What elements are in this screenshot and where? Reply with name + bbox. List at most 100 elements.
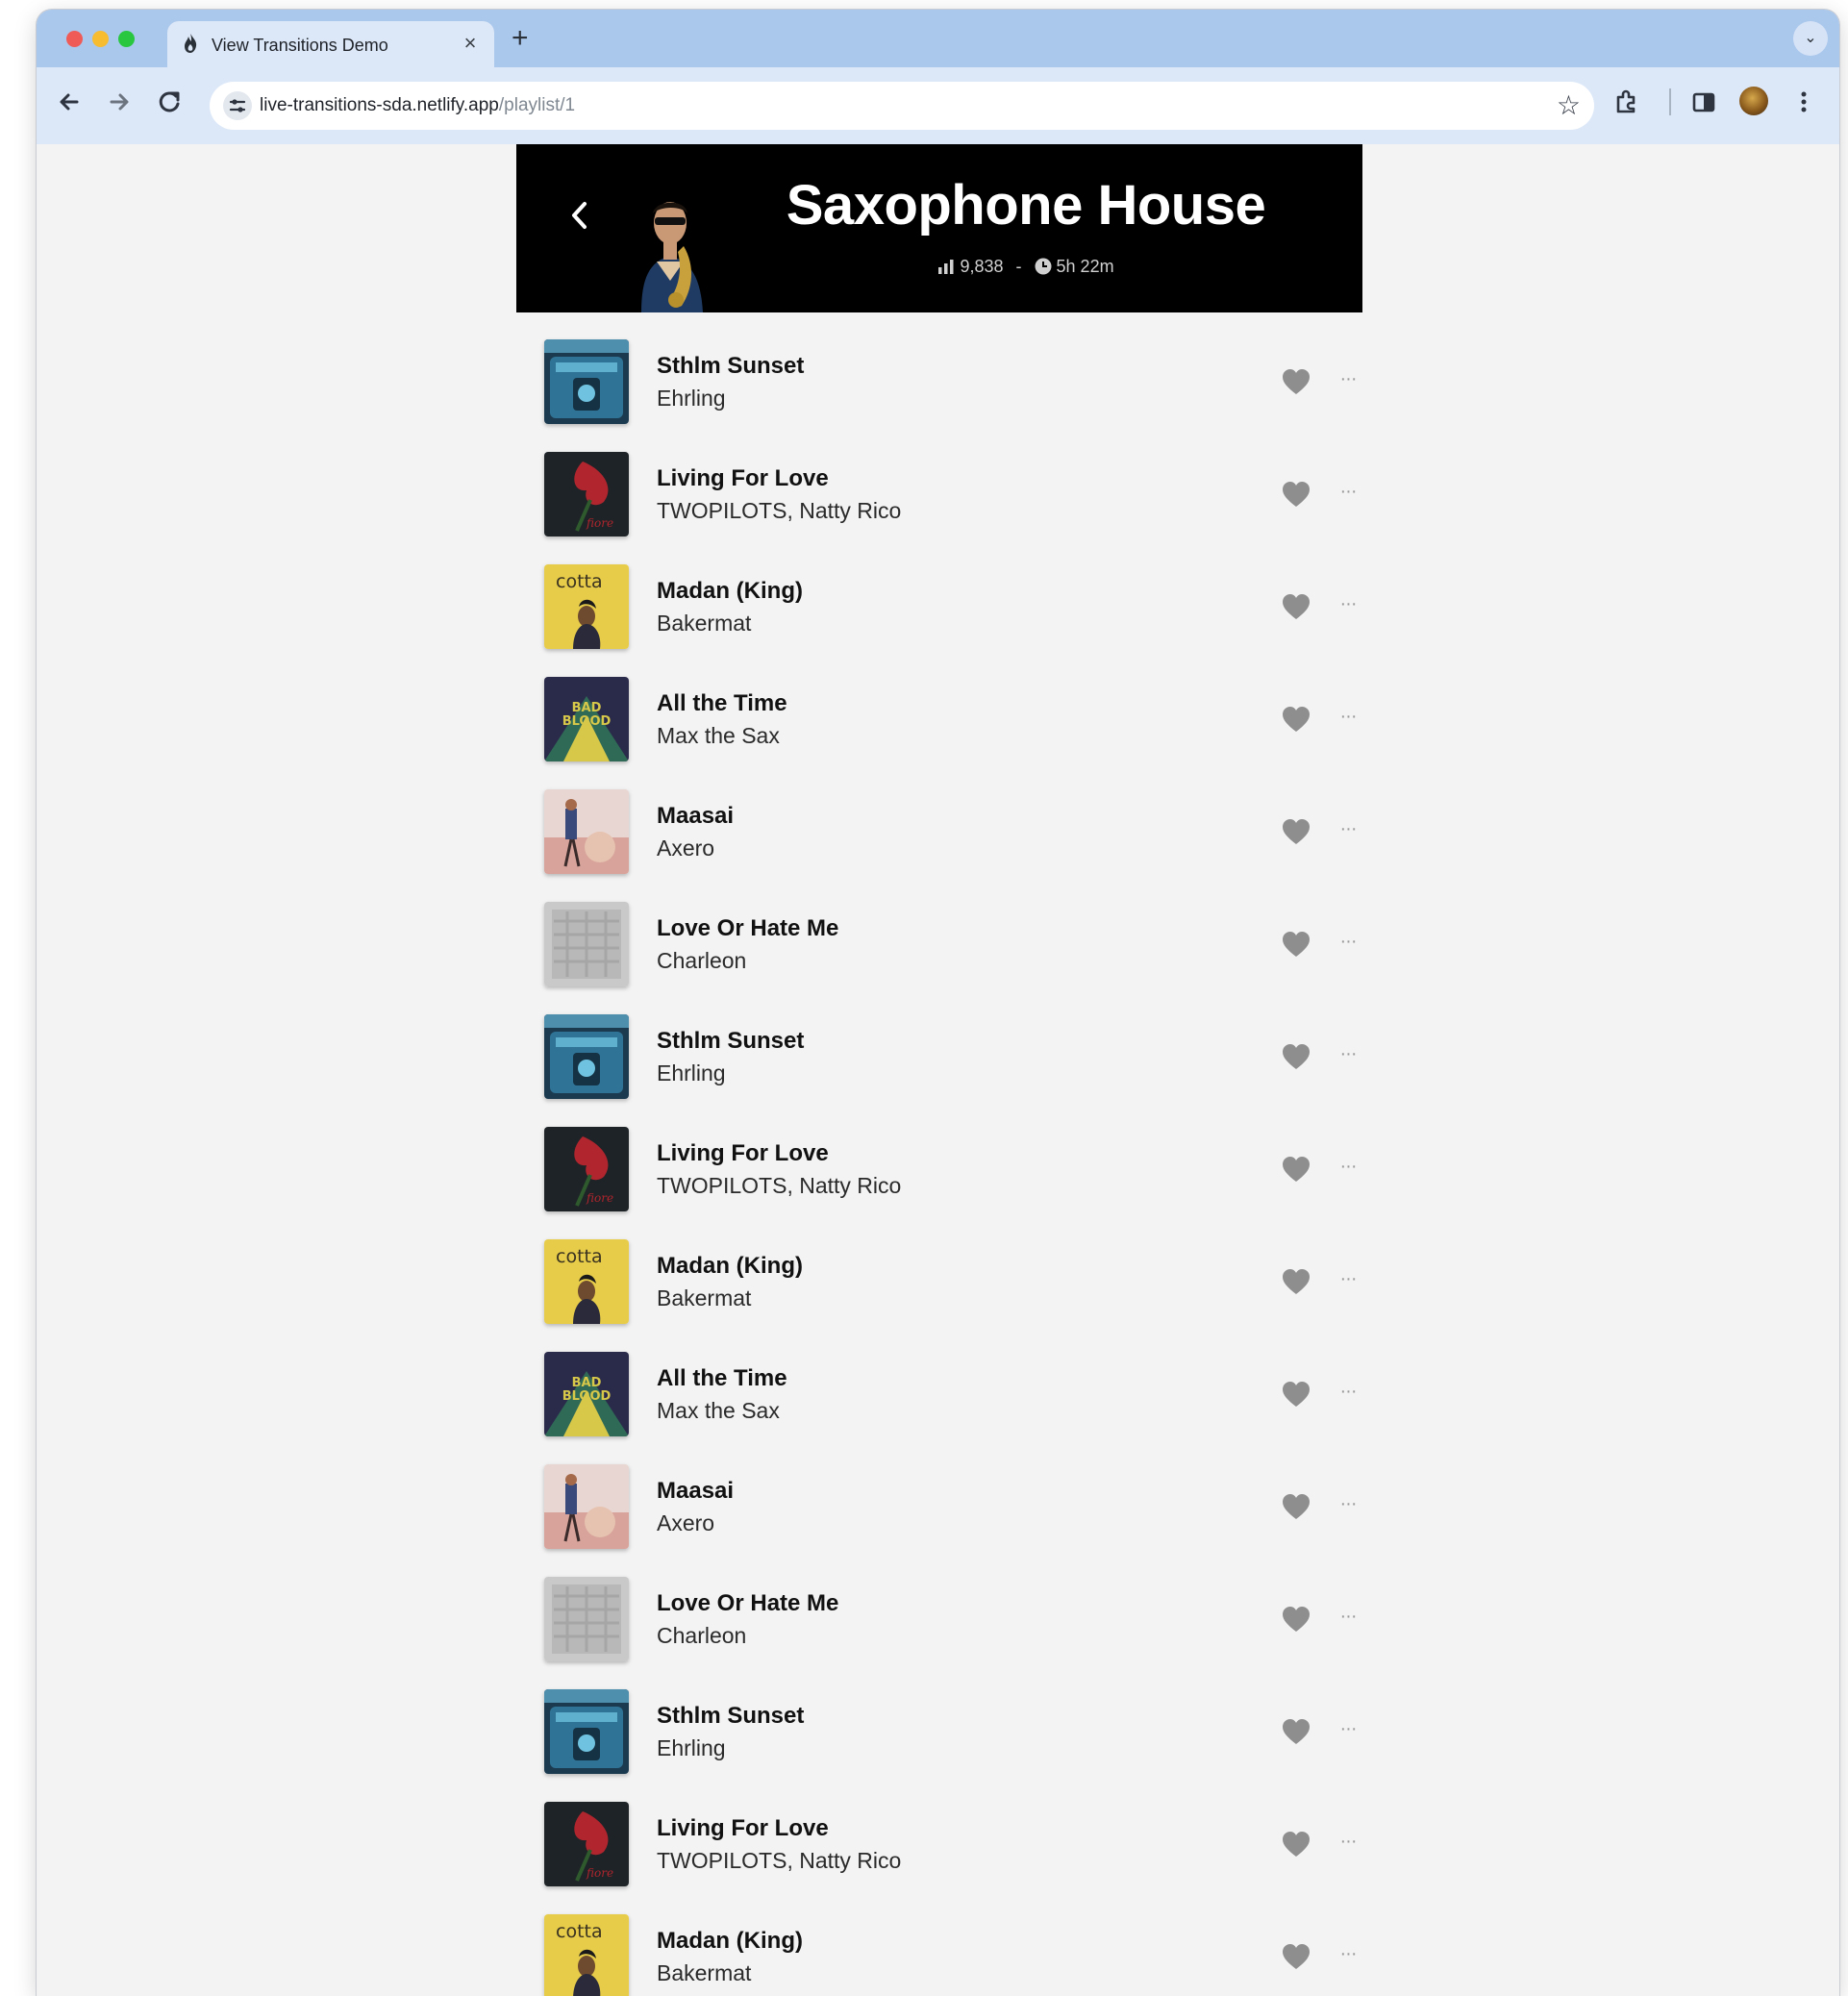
album-art [544,789,629,874]
heart-icon[interactable] [1282,593,1311,620]
heart-icon[interactable] [1282,1943,1311,1970]
window-minimize-button[interactable] [92,31,109,47]
track-title: Maasai [657,803,735,829]
track-row[interactable]: Sthlm Sunset Ehrling ··· [544,1689,1357,1802]
svg-text:fiore: fiore [586,516,613,530]
avatar[interactable] [1739,87,1768,115]
track-row[interactable]: cotta Madan (King) Bakermat ··· [544,1239,1357,1352]
track-title: Maasai [657,1478,735,1504]
album-art: fiore [544,1127,629,1211]
track-row[interactable]: cotta Madan (King) Bakermat ··· [544,564,1357,677]
svg-text:cotta: cotta [556,1246,603,1267]
more-options-button[interactable]: ··· [1333,366,1363,397]
more-options-button[interactable]: ··· [1333,704,1363,735]
more-options-button[interactable]: ··· [1333,1041,1363,1072]
tab-strip: View Transitions Demo × + ⌄ [37,10,1839,67]
back-arrow-icon[interactable] [52,85,87,119]
track-artist: TWOPILOTS, Natty Rico [657,1848,902,1873]
star-icon[interactable]: ☆ [1557,89,1581,122]
page-content: Saxophone House 9,838 - 5h 22m Sthlm Sun… [37,144,1839,1996]
more-options-button[interactable]: ··· [1333,1604,1363,1634]
url-text[interactable]: live-transitions-sda.netlify.app/playlis… [260,95,575,116]
window-maximize-button[interactable] [118,31,135,47]
url-path: /playlist/1 [498,95,576,115]
heart-icon[interactable] [1282,931,1311,958]
track-row[interactable]: Love Or Hate Me Charleon ··· [544,1577,1357,1689]
tab-search-button[interactable]: ⌄ [1793,21,1828,56]
heart-icon[interactable] [1282,368,1311,395]
svg-text:BAD: BAD [572,701,602,715]
tune-icon[interactable] [223,91,252,120]
heart-icon[interactable] [1282,818,1311,845]
track-title: All the Time [657,1365,787,1391]
track-row[interactable]: Sthlm Sunset Ehrling ··· [544,1014,1357,1127]
heart-icon[interactable] [1282,1493,1311,1520]
heart-icon[interactable] [1282,1381,1311,1408]
more-options-button[interactable]: ··· [1333,816,1363,847]
track-artist: Bakermat [657,1960,752,1985]
kebab-menu-icon[interactable] [1792,85,1815,119]
clock-icon [1035,258,1052,275]
track-row[interactable]: Love Or Hate Me Charleon ··· [544,902,1357,1014]
track-artist: Charleon [657,948,747,973]
more-options-button[interactable]: ··· [1333,479,1363,510]
side-panel-icon[interactable] [1686,85,1721,119]
track-row[interactable]: Maasai Axero ··· [544,789,1357,902]
svg-text:cotta: cotta [556,1921,603,1942]
svg-text:BAD: BAD [572,1376,602,1390]
track-title: Living For Love [657,465,829,491]
address-bar[interactable]: live-transitions-sda.netlify.app/playlis… [210,82,1594,130]
heart-icon[interactable] [1282,1268,1311,1295]
album-art [544,1689,629,1774]
more-options-button[interactable]: ··· [1333,929,1363,960]
forward-arrow-icon[interactable] [102,85,137,119]
reload-icon[interactable] [152,85,187,119]
track-row[interactable]: fiore Living For Love TWOPILOTS, Natty Ric… [544,452,1357,564]
browser-tab-active[interactable]: View Transitions Demo × [167,21,494,67]
more-options-button[interactable]: ··· [1333,1266,1363,1297]
track-title: Living For Love [657,1140,829,1166]
more-options-button[interactable]: ··· [1333,1379,1363,1410]
svg-text:cotta: cotta [556,571,603,592]
track-row[interactable]: BAD BLOOD All the Time Max the Sax ··· [544,677,1357,789]
heart-icon[interactable] [1282,1043,1311,1070]
track-row[interactable]: cotta Madan (King) Bakermat ··· [544,1914,1357,1996]
heart-icon[interactable] [1282,1606,1311,1633]
track-artist: Bakermat [657,611,752,636]
tab-close-button[interactable]: × [458,31,483,56]
more-options-button[interactable]: ··· [1333,1829,1363,1859]
new-tab-button[interactable]: + [512,24,529,53]
album-art: fiore [544,452,629,536]
heart-icon[interactable] [1282,1156,1311,1183]
track-row[interactable]: fiore Living For Love TWOPILOTS, Natty Ric… [544,1127,1357,1239]
track-row[interactable]: fiore Living For Love TWOPILOTS, Natty Ric… [544,1802,1357,1914]
track-row[interactable]: Sthlm Sunset Ehrling ··· [544,339,1357,452]
svg-text:BLOOD: BLOOD [562,714,612,729]
track-title: Madan (King) [657,1253,803,1279]
back-button[interactable] [561,187,599,244]
heart-icon[interactable] [1282,706,1311,733]
browser-toolbar: live-transitions-sda.netlify.app/playlis… [37,67,1839,144]
track-row[interactable]: Maasai Axero ··· [544,1464,1357,1577]
more-options-button[interactable]: ··· [1333,1154,1363,1185]
track-row[interactable]: BAD BLOOD All the Time Max the Sax ··· [544,1352,1357,1464]
track-title: Sthlm Sunset [657,1703,805,1729]
heart-icon[interactable] [1282,1831,1311,1858]
playlist-duration: 5h 22m [1056,256,1114,276]
track-title: Living For Love [657,1815,829,1841]
heart-icon[interactable] [1282,481,1311,508]
more-options-button[interactable]: ··· [1333,1941,1363,1972]
album-art: cotta [544,1239,629,1324]
more-options-button[interactable]: ··· [1333,591,1363,622]
album-art [544,1464,629,1549]
window-close-button[interactable] [66,31,83,47]
puzzle-icon[interactable] [1610,85,1644,119]
track-artist: Charleon [657,1623,747,1648]
more-options-button[interactable]: ··· [1333,1716,1363,1747]
heart-icon[interactable] [1282,1718,1311,1745]
album-art: cotta [544,1914,629,1996]
album-art: fiore [544,1802,629,1886]
track-title: Sthlm Sunset [657,1028,805,1054]
more-options-button[interactable]: ··· [1333,1491,1363,1522]
track-artist: Axero [657,836,715,861]
